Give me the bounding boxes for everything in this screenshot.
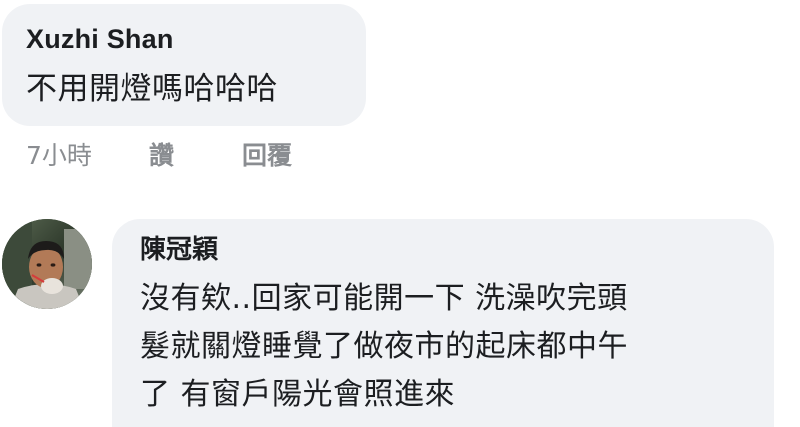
- comment-timestamp[interactable]: 7小時: [26, 136, 149, 172]
- comment-thread: Xuzhi Shan 不用開燈嗎哈哈哈 7小時 讚 回覆 陳冠穎 沒有欸..回家…: [0, 0, 800, 427]
- comment-bubble: 陳冠穎 沒有欸..回家可能開一下 洗澡吹完頭 髮就關燈睡覺了做夜市的起床都中午 …: [112, 219, 774, 427]
- user-photo-avatar-icon: [2, 219, 92, 309]
- comment-actions: 7小時 讚 回覆: [26, 136, 292, 172]
- reply-button[interactable]: 回覆: [242, 136, 292, 172]
- comment-text-line: 了 有窗戶陽光會照進來: [140, 377, 456, 412]
- comment-text-line: 沒有欸..回家可能開一下 洗澡吹完頭: [140, 281, 628, 316]
- avatar[interactable]: [2, 219, 92, 309]
- comment-text: 不用開燈嗎哈哈哈: [26, 71, 278, 107]
- like-button[interactable]: 讚: [149, 136, 242, 172]
- comment-text: 沒有欸..回家可能開一下 洗澡吹完頭 髮就關燈睡覺了做夜市的起床都中午 了 有窗…: [140, 275, 760, 419]
- comment-text-line: 髮就關燈睡覺了做夜市的起床都中午: [140, 329, 628, 364]
- comment-bubble: Xuzhi Shan 不用開燈嗎哈哈哈: [2, 4, 366, 126]
- comment-author-name[interactable]: 陳冠穎: [140, 233, 774, 267]
- comment-author-name[interactable]: Xuzhi Shan: [26, 22, 366, 56]
